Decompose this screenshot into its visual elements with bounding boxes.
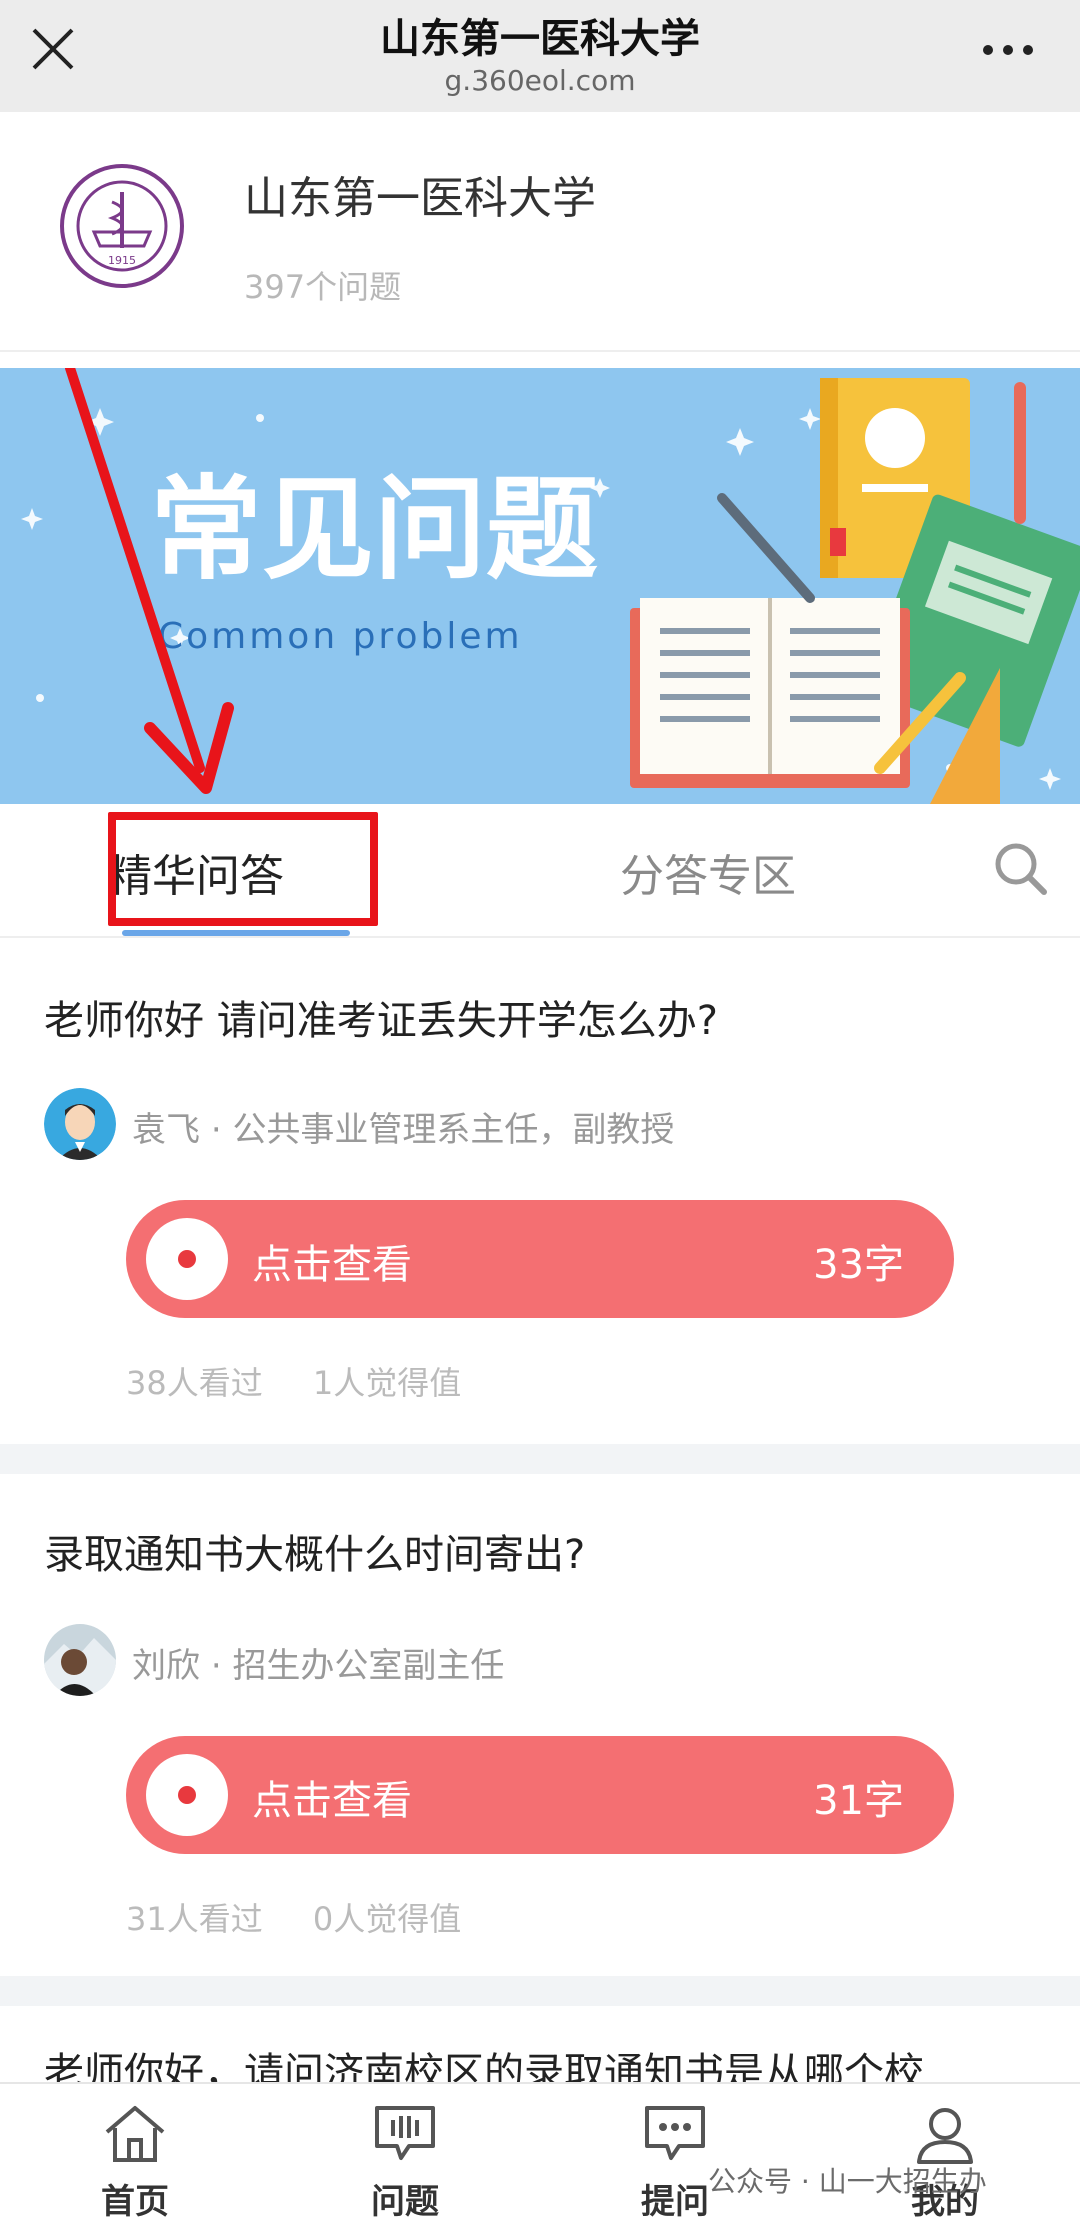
play-dot-icon — [146, 1754, 228, 1836]
faq-banner: 常见问题 Common problem — [0, 368, 1080, 804]
play-dot-icon — [146, 1218, 228, 1300]
view-count: 31人看过 — [126, 1900, 263, 1938]
more-options-icon[interactable] — [980, 30, 1036, 70]
school-name: 山东第一医科大学 — [244, 173, 596, 224]
worth-count: 0人觉得值 — [312, 1900, 462, 1938]
tab-questions-label: 问题 — [371, 2182, 439, 2222]
bottom-tab-bar: 首页 问题 提问 我的 — [0, 2082, 1080, 2224]
user-icon — [917, 2108, 973, 2164]
question-stats: 38人看过 1人觉得值 — [126, 1358, 501, 1404]
wechat-watermark: 公众号 · 山一大招生办 — [708, 2165, 987, 2198]
question-card[interactable]: 老师你好 请问准考证丢失开学怎么办? 袁飞 · 公共事业管理系主任，副教授 点击… — [0, 940, 1080, 1442]
search-icon[interactable] — [990, 838, 1050, 898]
school-logo: 1915 — [60, 164, 184, 288]
card-separator — [0, 1976, 1080, 2006]
tab-home-label: 首页 — [101, 2182, 169, 2222]
answer-length: 33字 — [813, 1242, 904, 1288]
question-chat-icon — [375, 2106, 435, 2160]
view-answer-label: 点击查看 — [252, 1778, 412, 1824]
active-tab-indicator — [122, 930, 350, 936]
question-card[interactable]: 录取通知书大概什么时间寄出? 刘欣 · 招生办公室副主任 点击查看 31字 31… — [0, 1474, 1080, 1976]
author-info: 袁飞 · 公共事业管理系主任，副教授 — [44, 1088, 944, 1160]
question-stats: 31人看过 0人觉得值 — [126, 1894, 501, 1940]
author-name: 刘欣 — [132, 1646, 200, 1686]
worth-count: 1人觉得值 — [312, 1364, 462, 1402]
avatar — [44, 1088, 116, 1160]
byline-separator: · — [210, 1110, 233, 1150]
school-profile: 1915 山东第一医科大学 397个问题 — [0, 112, 1080, 352]
author-info: 刘欣 · 招生办公室副主任 — [44, 1624, 944, 1696]
tab-answer-zone[interactable]: 分答专区 — [620, 840, 796, 904]
author-title: 招生办公室副主任 — [232, 1646, 505, 1686]
author-title: 公共事业管理系主任，副教授 — [232, 1110, 675, 1150]
svg-text:1915: 1915 — [108, 254, 136, 267]
browser-topbar: 山东第一医科大学 g.360eol.com — [0, 0, 1080, 112]
view-count: 38人看过 — [126, 1364, 263, 1402]
home-icon — [105, 2106, 165, 2162]
view-answer-label: 点击查看 — [252, 1242, 412, 1288]
view-answer-button[interactable]: 点击查看 31字 — [126, 1736, 954, 1854]
page-url: g.360eol.com — [444, 64, 636, 97]
banner-subtitle: Common problem — [158, 616, 523, 657]
tab-home[interactable]: 首页 — [50, 2084, 220, 2226]
question-count: 397个问题 — [244, 268, 402, 306]
avatar — [44, 1624, 116, 1696]
banner-title: 常见问题 — [150, 465, 598, 595]
card-separator — [0, 1444, 1080, 1474]
question-text[interactable]: 老师你好 请问准考证丢失开学怎么办? — [44, 988, 718, 1046]
tab-ask[interactable]: 提问 — [590, 2084, 760, 2226]
answer-length: 31字 — [813, 1778, 904, 1824]
question-text[interactable]: 录取通知书大概什么时间寄出? — [44, 1522, 585, 1580]
page-title: 山东第一医科大学 — [380, 16, 700, 62]
ask-chat-icon — [645, 2106, 705, 2160]
tab-me[interactable]: 我的 — [860, 2084, 1030, 2226]
view-answer-button[interactable]: 点击查看 33字 — [126, 1200, 954, 1318]
author-name: 袁飞 — [132, 1110, 200, 1150]
annotation-highlight-box — [108, 812, 378, 926]
tab-questions[interactable]: 问题 — [320, 2084, 490, 2226]
byline-separator: · — [210, 1646, 233, 1686]
banner-illustration: 常见问题 Common problem — [0, 368, 1080, 804]
